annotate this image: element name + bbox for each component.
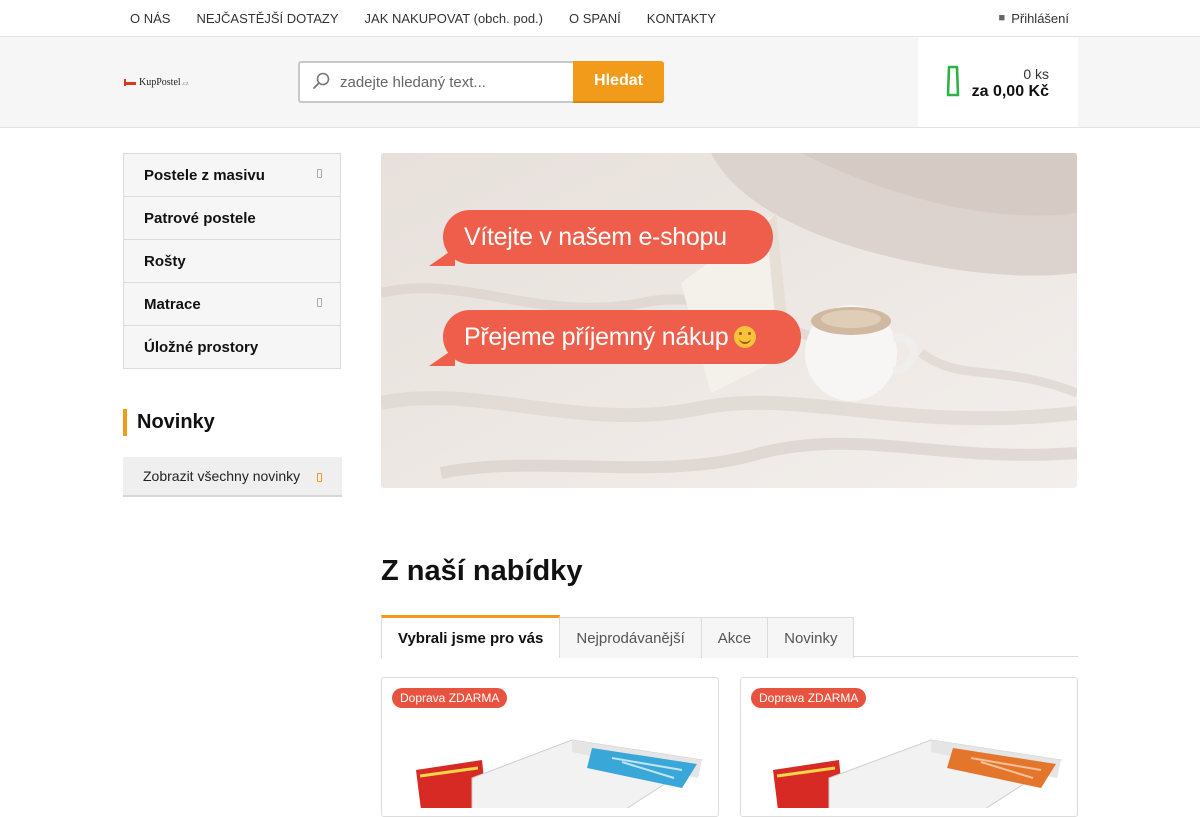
banner-wish-bubble: Přejeme příjemný nákup	[429, 310, 801, 366]
top-nav-how-to-buy[interactable]: JAK NAKUPOVAT (obch. pod.)	[365, 11, 543, 26]
smiley-icon	[734, 326, 757, 348]
login-label: Přihlášení	[1011, 10, 1069, 26]
search-input[interactable]	[340, 71, 565, 93]
chevron-right-icon	[317, 473, 322, 482]
chevron-right-icon	[317, 169, 322, 178]
cart-icon	[946, 65, 960, 97]
chevron-right-icon	[317, 298, 322, 307]
tab-new[interactable]: Novinky	[768, 617, 855, 658]
search-button[interactable]: Hledat	[573, 61, 664, 103]
cart-box[interactable]: 0 ks za 0,00 Kč	[918, 37, 1078, 127]
search-icon	[313, 72, 330, 89]
tab-recommended[interactable]: Vybrali jsme pro vás	[381, 615, 561, 658]
free-shipping-badge: Doprava ZDARMA	[751, 688, 867, 708]
banner-welcome-bubble: Vítejte v našem e-shopu	[429, 210, 773, 266]
mattress-image	[773, 739, 1063, 808]
free-shipping-badge: Doprava ZDARMA	[392, 688, 508, 708]
mattress-image	[416, 739, 704, 808]
site-logo[interactable]: KupPostel.cz	[124, 73, 189, 91]
category-item-mattresses[interactable]: Matrace	[124, 283, 340, 326]
product-grid: Doprava ZDARMA Doprava ZDARMA	[381, 677, 1078, 817]
top-nav-about-sleep[interactable]: O SPANÍ	[569, 11, 621, 26]
sidebar: Postele z masivu Patrové postele Rošty M…	[123, 153, 342, 497]
top-nav-faq[interactable]: NEJČASTĚJŠÍ DOTAZY	[196, 11, 338, 26]
category-item-storage[interactable]: Úložné prostory	[124, 326, 340, 368]
category-label: Rošty	[144, 252, 186, 270]
product-card[interactable]: Doprava ZDARMA	[381, 677, 719, 817]
login-link[interactable]: ■ Přihlášení	[999, 0, 1069, 36]
category-label: Matrace	[144, 295, 201, 313]
cart-total: za 0,00 Kč	[971, 83, 1049, 100]
user-icon: ■	[998, 12, 1006, 24]
logo-suffix: .cz	[181, 80, 189, 87]
banner-welcome-text: Vítejte v našem e-shopu	[464, 222, 727, 251]
category-label: Patrové postele	[144, 209, 256, 227]
hero-banner[interactable]: Vítejte v našem e-shopu Přejeme příjemný…	[381, 153, 1077, 488]
logo-text: KupPostel	[139, 76, 181, 88]
show-all-news-button[interactable]: Zobrazit všechny novinky	[123, 457, 342, 497]
category-item-slatted-bases[interactable]: Rošty	[124, 240, 340, 283]
top-bar: O NÁS NEJČASTĚJŠÍ DOTAZY JAK NAKUPOVAT (…	[0, 0, 1200, 37]
category-item-solid-wood-beds[interactable]: Postele z masivu	[124, 154, 340, 197]
search-bar: Hledat	[298, 61, 664, 103]
category-label: Úložné prostory	[144, 338, 259, 356]
category-menu: Postele z masivu Patrové postele Rošty M…	[123, 153, 341, 369]
offer-tabs: Vybrali jsme pro vás Nejprodávanější Akc…	[381, 615, 1078, 658]
header: KupPostel.cz Hledat 0 ks za 0,00 Kč	[0, 37, 1200, 128]
category-item-bunk-beds[interactable]: Patrové postele	[124, 197, 340, 240]
cart-quantity: 0 ks	[1023, 66, 1049, 82]
offer-heading: Z naší nabídky	[381, 555, 583, 587]
product-card[interactable]: Doprava ZDARMA	[740, 677, 1078, 817]
tab-bestsellers[interactable]: Nejprodávanější	[560, 617, 702, 658]
news-heading: Novinky	[123, 409, 341, 436]
banner-wish-text: Přejeme příjemný nákup	[464, 322, 729, 351]
tab-sale[interactable]: Akce	[701, 617, 769, 658]
top-nav-about[interactable]: O NÁS	[130, 11, 170, 26]
show-all-news-label: Zobrazit všechny novinky	[143, 468, 301, 484]
category-label: Postele z masivu	[144, 166, 265, 184]
top-nav-contacts[interactable]: KONTAKTY	[647, 11, 716, 26]
top-nav: O NÁS NEJČASTĚJŠÍ DOTAZY JAK NAKUPOVAT (…	[130, 0, 742, 36]
bed-logo-icon	[124, 78, 136, 86]
search-field	[298, 61, 573, 103]
